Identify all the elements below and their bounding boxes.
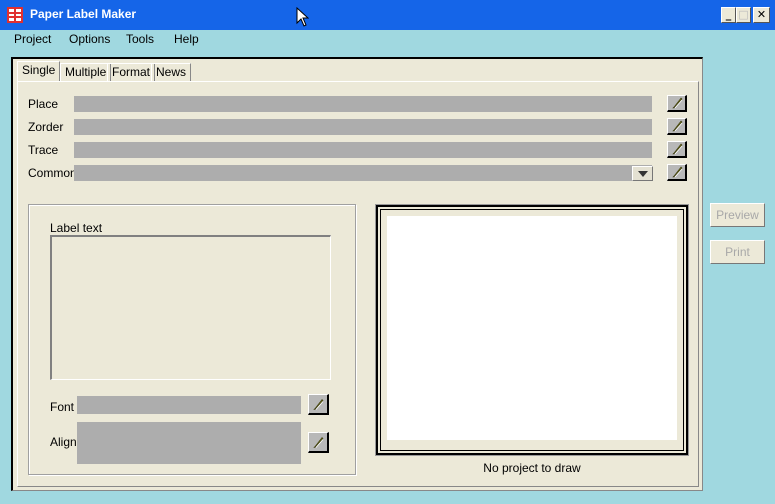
label-text-label: Label text <box>50 221 103 235</box>
chevron-down-icon <box>638 171 648 177</box>
window-title: Paper Label Maker <box>30 7 137 21</box>
pencil-icon <box>672 120 683 132</box>
tab-single[interactable]: Single <box>17 61 61 82</box>
font-field[interactable] <box>77 396 301 414</box>
place-label: Place <box>28 97 59 111</box>
menu-tools[interactable]: Tools <box>126 32 154 46</box>
place-field[interactable] <box>74 96 652 112</box>
main-panel: Single Multiple Format News Place Zorder… <box>11 57 703 491</box>
preview-canvas <box>387 216 677 440</box>
trace-label: Trace <box>28 143 59 157</box>
mouse-cursor-icon <box>296 7 309 27</box>
menu-bar: Project Options Tools Help <box>0 30 775 50</box>
app-grid-icon <box>7 7 23 23</box>
title-bar: Paper Label Maker _ □ ✕ <box>0 0 775 30</box>
zorder-label: Zorder <box>28 120 64 134</box>
edit-place-button[interactable] <box>667 95 687 112</box>
tab-multiple[interactable]: Multiple <box>60 63 112 82</box>
preview-button[interactable]: Preview <box>710 203 765 227</box>
align-label: Align <box>50 435 77 449</box>
close-button[interactable]: ✕ <box>753 7 770 23</box>
common-label: Common <box>28 166 77 180</box>
common-select[interactable] <box>74 165 652 181</box>
trace-field[interactable] <box>74 142 652 158</box>
pencil-icon <box>672 166 683 178</box>
preview-status: No project to draw <box>483 461 581 475</box>
tab-news[interactable]: News <box>151 63 192 82</box>
edit-trace-button[interactable] <box>667 141 687 158</box>
pencil-icon <box>672 97 683 109</box>
edit-font-button[interactable] <box>308 394 329 415</box>
pencil-icon <box>672 143 683 155</box>
font-label: Font <box>50 400 75 414</box>
tab-format[interactable]: Format <box>107 63 156 82</box>
edit-zorder-button[interactable] <box>667 118 687 135</box>
align-field[interactable] <box>77 422 301 464</box>
pencil-icon <box>313 437 324 448</box>
preview-frame <box>375 204 689 456</box>
minimize-button[interactable]: _ <box>721 7 736 23</box>
pencil-icon <box>313 399 324 410</box>
edit-align-button[interactable] <box>308 432 329 453</box>
edit-common-button[interactable] <box>667 164 687 181</box>
common-dropdown-button[interactable] <box>632 166 653 181</box>
label-text-input[interactable] <box>50 235 331 380</box>
zorder-field[interactable] <box>74 119 652 135</box>
print-button[interactable]: Print <box>710 240 765 264</box>
menu-project[interactable]: Project <box>14 32 51 46</box>
menu-options[interactable]: Options <box>69 32 110 46</box>
menu-help[interactable]: Help <box>174 32 199 46</box>
maximize-button[interactable]: □ <box>736 7 751 23</box>
